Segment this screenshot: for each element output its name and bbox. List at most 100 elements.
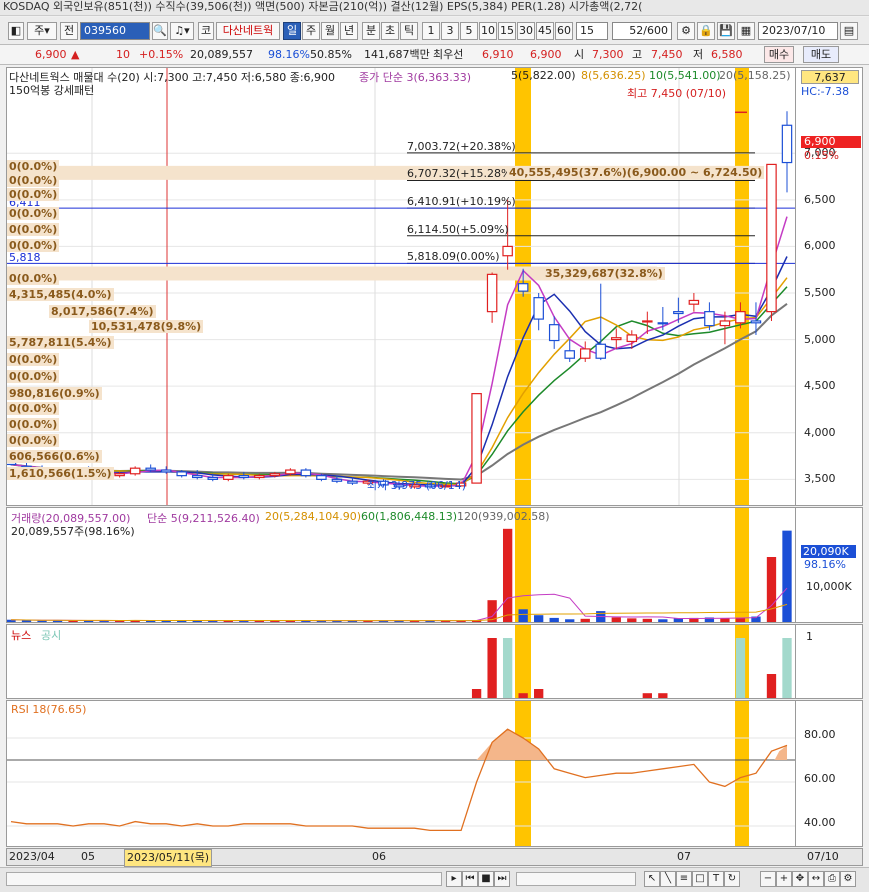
price-axis: 7,637 HC:-7.38 7,000 6,500 6,000 5,500 5,000… <box>796 67 863 506</box>
settings-icon[interactable]: ⚙ <box>840 871 856 887</box>
level-label: 6,114.50(+5.09%) <box>407 222 509 236</box>
vp-row-label: 5,787,811(5.4%) <box>7 336 114 350</box>
kor-button[interactable]: 코 <box>198 22 214 40</box>
stock-name[interactable]: 다산네트웍 <box>216 22 280 40</box>
stop-icon[interactable]: ■ <box>478 871 494 887</box>
tool-fib-icon[interactable]: ≡ <box>676 871 692 887</box>
market-select[interactable]: 주▾ <box>27 22 57 40</box>
scroll-right-icon[interactable]: ▸ <box>446 871 462 887</box>
vp-row-label: 0(0.0%) <box>7 434 60 448</box>
minute-input[interactable]: 15 <box>576 22 608 40</box>
lock-icon[interactable]: 🔒 <box>697 22 715 40</box>
minute-3[interactable]: 3 <box>441 22 459 40</box>
vp-row-label: 0(0.0%) <box>7 418 60 432</box>
news-bar <box>642 693 652 698</box>
tool-cycle-icon[interactable]: ↻ <box>724 871 740 887</box>
period-day[interactable]: 일 <box>283 22 301 40</box>
news-label: 뉴스 <box>11 629 32 642</box>
volume-sub: 20,089,557주(98.16%) <box>11 525 135 538</box>
vp-row-label: 0(0.0%) <box>7 160 60 174</box>
period-second[interactable]: 초 <box>381 22 399 40</box>
quote-vol-pct: 98.16% <box>268 48 310 61</box>
period-minute[interactable]: 분 <box>362 22 380 40</box>
candle-body <box>486 273 498 313</box>
date-input[interactable]: 2023/07/10 <box>758 22 838 40</box>
scroll-first-icon[interactable]: ⏮ <box>462 871 478 887</box>
candle-body <box>316 475 327 480</box>
sell-button[interactable]: 매도 <box>803 46 839 63</box>
calendar-pick-icon[interactable]: ▤ <box>840 22 858 40</box>
speaker-icon[interactable]: ♫▾ <box>170 22 194 40</box>
news-chart <box>471 638 792 698</box>
candle-body <box>626 334 638 343</box>
quote-change-pct: +0.15% <box>139 48 184 61</box>
news-axis: 1 <box>796 624 863 699</box>
tool-text-icon[interactable]: T <box>708 871 724 887</box>
vp-row-label: 0(0.0%) <box>7 174 60 188</box>
buy-button[interactable]: 매수 <box>764 46 794 63</box>
period-month[interactable]: 월 <box>321 22 339 40</box>
rsi-80: 80.00 <box>804 728 836 741</box>
vp-row-label: 0(0.0%) <box>7 272 60 286</box>
count-input[interactable]: 52/600 <box>612 22 672 40</box>
tool-line-icon[interactable]: ╲ <box>660 871 676 887</box>
scroll-last-icon[interactable]: ⏭ <box>494 871 510 887</box>
minute-1[interactable]: 1 <box>422 22 440 40</box>
zoom-out-icon[interactable]: − <box>760 871 776 887</box>
minute-60[interactable]: 60 <box>555 22 573 40</box>
zoom-slider[interactable] <box>516 872 636 886</box>
candle-body <box>254 475 265 479</box>
calendar-icon[interactable]: ▦ <box>737 22 755 40</box>
candle-body <box>114 473 125 477</box>
date-label-6: 07/10 <box>807 850 839 863</box>
volume-tag-pct: 98.16% <box>804 558 846 571</box>
rsi-40: 40.00 <box>804 816 836 829</box>
zoom-in-icon[interactable]: + <box>776 871 792 887</box>
quote-bid2: 6,900 <box>530 48 562 61</box>
stock-code-input[interactable]: 039560 <box>80 22 150 40</box>
price-ytick: 6,500 <box>804 192 836 206</box>
minute-15[interactable]: 15 <box>498 22 516 40</box>
quote-arrow: ▲ <box>71 48 80 61</box>
fit-icon[interactable]: ↔ <box>808 871 824 887</box>
period-week[interactable]: 주 <box>302 22 320 40</box>
date-label-4: 06 <box>372 850 386 863</box>
price-ytick: 6,000 <box>804 239 836 253</box>
minute-30[interactable]: 30 <box>517 22 535 40</box>
ma5-line <box>10 256 788 487</box>
candle-body <box>471 393 482 484</box>
window-icon[interactable]: ◧ <box>8 22 24 40</box>
ma10-label: 10(5,541.00) <box>649 69 721 82</box>
volume-bar <box>502 528 513 622</box>
period-tick[interactable]: 틱 <box>400 22 418 40</box>
vp-row-label: 8,017,586(7.4%) <box>49 304 156 318</box>
period-year[interactable]: 년 <box>340 22 358 40</box>
print-icon[interactable]: ⎙ <box>824 871 840 887</box>
minute-45[interactable]: 45 <box>536 22 554 40</box>
news-pane[interactable]: 뉴스 공시 <box>6 624 796 699</box>
move-icon[interactable]: ✥ <box>792 871 808 887</box>
rsi-pane[interactable]: RSI 18(76.65) <box>6 700 796 847</box>
minute-10[interactable]: 10 <box>479 22 497 40</box>
volume-bar <box>611 617 621 622</box>
prev-button[interactable]: 전 <box>60 22 78 40</box>
grid-icon[interactable]: ⚙ <box>677 22 695 40</box>
candle-body <box>502 245 513 257</box>
horizontal-scrollbar[interactable] <box>6 872 442 886</box>
volume-bar <box>782 530 792 622</box>
news-bar <box>735 638 746 698</box>
quote-bid-label: 최우선 <box>433 48 464 61</box>
minute-5[interactable]: 5 <box>460 22 478 40</box>
tool-cursor-icon[interactable]: ↖ <box>644 871 660 887</box>
candle-body <box>657 322 669 325</box>
price-pane[interactable]: 다산네트웍스 매물대 수(20) 시:7,300 고:7,450 저:6,580… <box>6 67 796 506</box>
volume-pane[interactable]: 거래량(20,089,557.00) 단순 5(9,211,526.40) 20… <box>6 507 796 623</box>
max-price-label: 최고 7,450 (07/10) <box>627 87 727 100</box>
tool-box-icon[interactable]: □ <box>692 871 708 887</box>
search-icon[interactable]: 🔍 <box>152 22 168 40</box>
candle-body <box>285 469 296 475</box>
volume-bar <box>518 609 528 622</box>
candle-body <box>579 348 591 359</box>
volume-bar <box>627 618 637 622</box>
save-icon[interactable]: 💾 <box>717 22 735 40</box>
